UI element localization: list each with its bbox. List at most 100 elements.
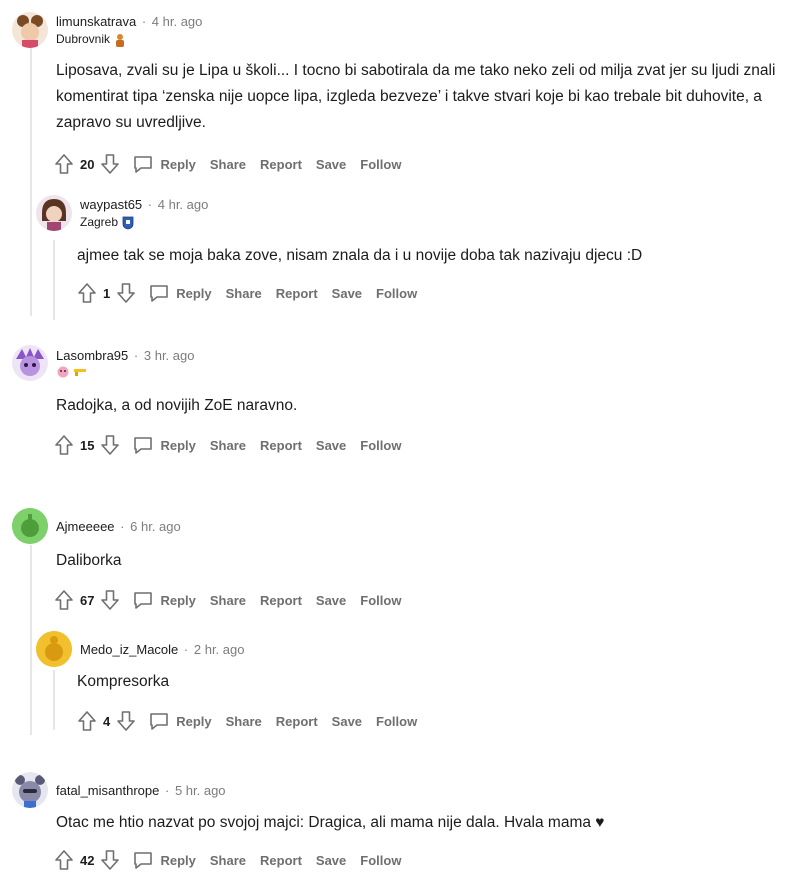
vote-count: 67	[80, 592, 95, 608]
username[interactable]: Lasombra95	[56, 348, 128, 363]
separator: ·	[133, 348, 139, 363]
follow-button[interactable]: Follow	[360, 438, 401, 453]
vote-group: 4	[77, 710, 136, 732]
comment-body: Kompresorka	[77, 673, 170, 690]
avatar[interactable]	[12, 345, 48, 381]
username[interactable]: fatal_misanthrope	[56, 783, 159, 798]
save-button[interactable]: Save	[316, 157, 346, 172]
vote-group: 15	[54, 434, 120, 456]
share-button[interactable]: Share	[210, 853, 246, 868]
reply-button[interactable]: Reply	[148, 283, 212, 303]
save-button[interactable]: Save	[332, 286, 362, 301]
avatar[interactable]	[36, 631, 72, 667]
vote-count: 15	[80, 437, 95, 453]
avatar[interactable]	[36, 195, 72, 231]
follow-button[interactable]: Follow	[360, 157, 401, 172]
vote-group: 67	[54, 589, 120, 611]
flair-emoji-icon	[114, 33, 126, 47]
share-button[interactable]: Share	[226, 286, 262, 301]
downvote-icon[interactable]	[100, 153, 120, 175]
separator: ·	[141, 14, 147, 29]
follow-button[interactable]: Follow	[376, 286, 417, 301]
timestamp[interactable]: 4 hr. ago	[158, 197, 209, 212]
follow-button[interactable]: Follow	[360, 593, 401, 608]
downvote-icon[interactable]	[100, 849, 120, 871]
vote-count: 1	[103, 285, 111, 301]
reply-button[interactable]: Reply	[148, 711, 212, 731]
share-button[interactable]: Share	[210, 157, 246, 172]
vote-count: 4	[103, 713, 111, 729]
flair-text: Dubrovnik	[56, 32, 111, 46]
report-button[interactable]: Report	[260, 438, 302, 453]
downvote-icon[interactable]	[100, 434, 120, 456]
separator: ·	[183, 641, 189, 657]
separator: ·	[147, 197, 153, 212]
timestamp[interactable]: 5 hr. ago	[175, 783, 226, 798]
upvote-icon[interactable]	[54, 589, 74, 611]
reply-button[interactable]: Reply	[132, 154, 196, 174]
upvote-icon[interactable]	[54, 153, 74, 175]
pink-face-emoji-icon	[56, 366, 69, 378]
share-button[interactable]: Share	[210, 438, 246, 453]
save-button[interactable]: Save	[316, 853, 346, 868]
reply-label: Reply	[160, 852, 196, 868]
report-button[interactable]: Report	[276, 714, 318, 729]
coat-of-arms-icon	[122, 216, 134, 230]
comment-body: Liposava, zvali su je Lipa u školi... I …	[56, 62, 776, 131]
timestamp[interactable]: 2 hr. ago	[194, 642, 245, 657]
downvote-icon[interactable]	[100, 589, 120, 611]
report-button[interactable]: Report	[276, 286, 318, 301]
report-button[interactable]: Report	[260, 157, 302, 172]
username[interactable]: limunskatrava	[56, 14, 136, 29]
save-button[interactable]: Save	[316, 438, 346, 453]
upvote-icon[interactable]	[54, 849, 74, 871]
comment: waypast65 · 4 hr. ago Zagreb ajmee tak s…	[36, 193, 786, 305]
user-flair: Zagreb	[80, 215, 208, 230]
username[interactable]: Medo_iz_Macole	[80, 642, 178, 657]
timestamp[interactable]: 6 hr. ago	[130, 519, 181, 534]
share-button[interactable]: Share	[210, 593, 246, 608]
upvote-icon[interactable]	[54, 434, 74, 456]
comment-bubble-icon	[132, 435, 154, 455]
report-button[interactable]: Report	[260, 593, 302, 608]
vote-count: 42	[80, 852, 95, 868]
comment-bubble-icon	[132, 590, 154, 610]
timestamp[interactable]: 3 hr. ago	[144, 348, 195, 363]
username[interactable]: Ajmeeeee	[56, 519, 115, 534]
reply-button[interactable]: Reply	[132, 850, 196, 870]
comment: Ajmeeeee · 6 hr. ago Daliborka 67 Reply …	[12, 506, 792, 612]
avatar[interactable]	[12, 12, 48, 48]
comment-bubble-icon	[132, 154, 154, 174]
avatar[interactable]	[12, 772, 48, 808]
username[interactable]: waypast65	[80, 197, 142, 212]
reply-button[interactable]: Reply	[132, 435, 196, 455]
downvote-icon[interactable]	[116, 710, 136, 732]
reply-button[interactable]: Reply	[132, 590, 196, 610]
vote-group: 42	[54, 849, 120, 871]
downvote-icon[interactable]	[116, 282, 136, 304]
separator: ·	[164, 782, 170, 798]
upvote-icon[interactable]	[77, 710, 97, 732]
comment-bubble-icon	[132, 850, 154, 870]
comment-body: Otac me htio nazvat po svojoj majci: Dra…	[56, 814, 605, 831]
report-button[interactable]: Report	[260, 853, 302, 868]
vote-group: 1	[77, 282, 136, 304]
follow-button[interactable]: Follow	[360, 853, 401, 868]
comment-body: ajmee tak se moja baka zove, nisam znala…	[77, 247, 643, 264]
timestamp[interactable]: 4 hr. ago	[152, 14, 203, 29]
comment-body: Radojka, a od novijih ZoE naravno.	[56, 397, 298, 414]
save-button[interactable]: Save	[316, 593, 346, 608]
flair-text: Zagreb	[80, 215, 119, 229]
save-button[interactable]: Save	[332, 714, 362, 729]
vote-count: 20	[80, 156, 95, 172]
avatar[interactable]	[12, 508, 48, 544]
share-button[interactable]: Share	[226, 714, 262, 729]
comment: limunskatrava · 4 hr. ago Dubrovnik Lipo…	[12, 10, 792, 176]
comment: Medo_iz_Macole · 2 hr. ago Kompresorka 4…	[36, 629, 786, 733]
upvote-icon[interactable]	[77, 282, 97, 304]
reply-label: Reply	[160, 156, 196, 172]
user-flair	[56, 366, 194, 378]
comment-bubble-icon	[148, 283, 170, 303]
comment-body: Daliborka	[56, 552, 122, 569]
follow-button[interactable]: Follow	[376, 714, 417, 729]
